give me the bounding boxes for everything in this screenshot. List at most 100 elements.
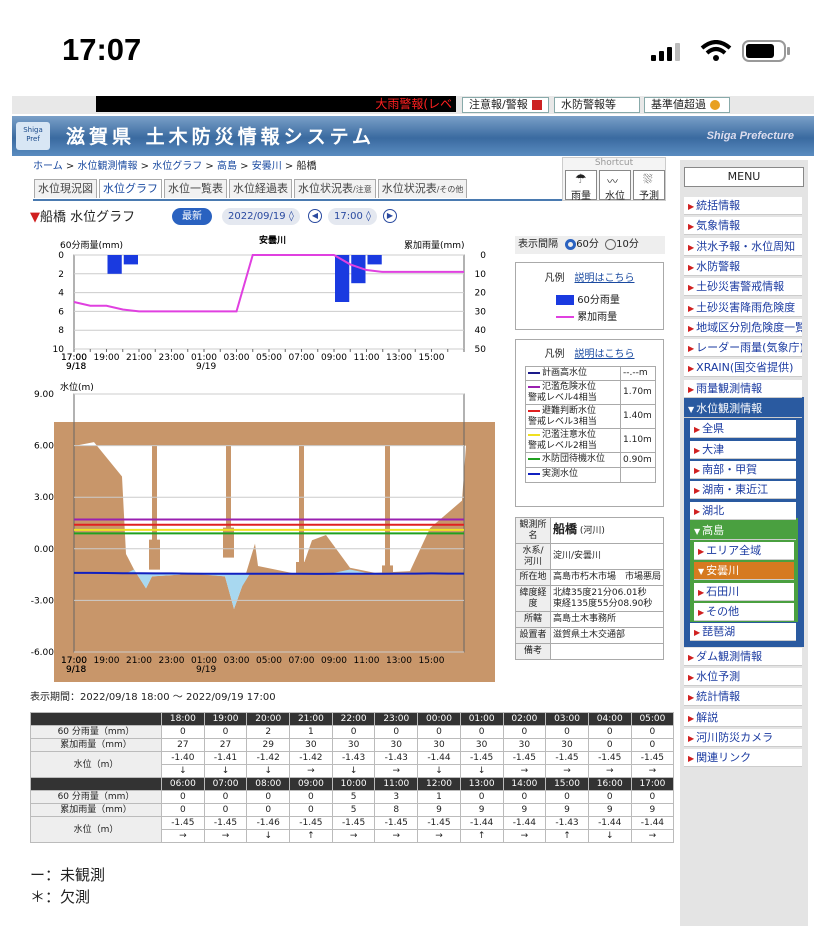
prev-time-button[interactable]: ◀ — [308, 209, 322, 223]
breadcrumb-adogawa[interactable]: 安曇川 — [252, 161, 282, 172]
menu-item[interactable]: 水位予測 — [684, 667, 802, 686]
submenu-item[interactable]: 南部・甲賀 — [690, 460, 796, 479]
table-cell: 30 — [502, 738, 547, 752]
breadcrumb-level-graph[interactable]: 水位グラフ — [152, 161, 202, 172]
menu-item[interactable]: 洪水予報・水位周知 — [684, 237, 802, 256]
breadcrumb-level-info[interactable]: 水位観測情報 — [77, 161, 137, 172]
submenu-item[interactable]: 高島 — [690, 521, 796, 540]
tab-level-map[interactable]: 水位現況図 — [34, 179, 97, 198]
latest-button[interactable]: 最新 — [172, 208, 212, 225]
station-info-row: 備考 — [515, 643, 665, 660]
menu-item[interactable]: 雨量観測情報 — [684, 379, 802, 398]
shortcut-label: Shortcut — [594, 158, 634, 168]
level-legend-swatch — [528, 385, 540, 388]
wifi-icon — [700, 40, 732, 61]
breadcrumb-home[interactable]: ホーム — [33, 161, 63, 172]
rain-xtick: 15:00 — [419, 353, 445, 363]
time-select[interactable]: 17:00 ◊ — [328, 208, 377, 225]
table-cell: -1.45 — [161, 816, 205, 830]
menu-item[interactable]: 統括情報 — [684, 197, 802, 215]
warning-button[interactable]: 注意報/警報 — [462, 97, 549, 113]
station-info-key: 所在地 — [515, 569, 551, 586]
shortcut-forecast-button[interactable]: ⛆ 予測 — [633, 170, 665, 202]
site-logo[interactable]: Shiga Pref — [16, 122, 50, 150]
flood-warning-button[interactable]: 水防警報等 — [554, 97, 640, 113]
table-cell: -1.41 — [203, 751, 248, 765]
threshold-button[interactable]: 基準値超過 — [644, 97, 730, 113]
menu-item[interactable]: 地域区分別危険度一覧 — [684, 318, 802, 337]
submenu-item[interactable]: 琵琶湖 — [690, 623, 796, 642]
table-row: 60 分雨量（mm） 0 0 2 1 0 0 0 0 0 0 0 0 — [30, 725, 675, 739]
table-hour: 16:00 — [587, 777, 632, 791]
table-cell: 0 — [587, 725, 632, 739]
rain-legend-item: 60分雨量 — [577, 295, 620, 306]
level-legend-link[interactable]: 説明はこちら — [575, 349, 635, 360]
shortcut-rain-button[interactable]: ☂ 雨量 — [565, 170, 597, 202]
rain-xtick: 19:00 — [94, 353, 120, 363]
menu-item[interactable]: 関連リンク — [684, 749, 802, 768]
menu-item[interactable]: 気象情報 — [684, 217, 802, 236]
area-submenu-item[interactable]: エリア全域 — [694, 542, 794, 561]
table-hour: 17:00 — [630, 777, 675, 791]
table-cell: -1.43 — [545, 816, 589, 830]
submenu-item[interactable]: 大津 — [690, 440, 796, 459]
table-row-label: 水位（m） — [30, 816, 162, 843]
cum-rain-ytick: 0 — [480, 251, 486, 261]
rain-legend-title: 凡例 — [544, 273, 565, 284]
menu-item[interactable]: 河川防災カメラ — [684, 728, 802, 747]
level-legend-name: 水防団待機水位 — [526, 453, 621, 467]
table-hour: 22:00 — [331, 712, 376, 726]
trend-arrow: ↓ — [587, 829, 632, 843]
table-cell: 9 — [545, 803, 589, 817]
area-submenu-item[interactable]: その他 — [694, 603, 794, 621]
menu-item[interactable]: レーダー雨量(気象庁) — [684, 339, 802, 358]
bridge-pier-base — [149, 539, 160, 570]
rain-xdate: 9/18 — [66, 362, 86, 372]
menu-item[interactable]: 土砂災害降雨危険度 — [684, 298, 802, 317]
table-cell: 0 — [417, 725, 461, 739]
area-submenu-item[interactable]: 安曇川 — [694, 562, 794, 581]
shortcut-level-button[interactable]: 〰水位 — [599, 170, 631, 202]
menu-item[interactable]: ダム観測情報 — [684, 647, 802, 666]
table-cell: 29 — [246, 738, 291, 752]
tab-level-history[interactable]: 水位経過表 — [229, 179, 292, 198]
rain-legend-link[interactable]: 説明はこちら — [575, 273, 635, 284]
site-title: 滋賀県 土木防災情報システム — [66, 126, 376, 148]
interval-10-radio[interactable] — [605, 238, 617, 250]
menu-item[interactable]: 水防警報 — [684, 257, 802, 276]
level-ytick: 9.00 — [34, 390, 54, 400]
tab-bar: 水位現況図 水位グラフ 水位一覧表 水位経過表 水位状況表/注意 水位状況表/その他 — [34, 179, 469, 199]
submenu-item[interactable]: 湖南・東近江 — [690, 481, 796, 500]
warning-icon — [710, 100, 720, 110]
table-cell: 0 — [246, 790, 291, 804]
table-cell: 30 — [545, 738, 589, 752]
alert-ticker[interactable]: 大雨警報(レベ — [96, 96, 456, 112]
menu-item[interactable]: 解説 — [684, 708, 802, 727]
interval-60-radio[interactable] — [565, 238, 577, 250]
submenu-item[interactable]: 全県 — [690, 420, 796, 439]
submenu-item[interactable]: 湖北 — [690, 501, 796, 520]
table-cell: 0 — [246, 803, 291, 817]
table-cell: 0 — [630, 738, 675, 752]
table-hour: 21:00 — [289, 712, 333, 726]
tab-level-list[interactable]: 水位一覧表 — [164, 179, 227, 198]
table-cell: -1.45 — [203, 816, 248, 830]
menu-item[interactable]: XRAIN(国交省提供) — [684, 359, 802, 378]
station-info-text: 北緯35度21分06.01秒 東経135度55分08.90秒 — [552, 587, 653, 609]
station-info-key: 緯度経度 — [515, 585, 551, 612]
menu-item[interactable]: 水位観測情報 — [684, 400, 802, 418]
menu-item[interactable]: 土砂災害警戒情報 — [684, 278, 802, 297]
breadcrumb-takashima[interactable]: 高島 — [217, 161, 237, 172]
area-submenu-item[interactable]: 石田川 — [694, 582, 794, 601]
tab-level-status-other[interactable]: 水位状況表/その他 — [377, 179, 468, 198]
table-hour: 01:00 — [459, 712, 504, 726]
table-hour: 08:00 — [246, 777, 291, 791]
tab-level-graph[interactable]: 水位グラフ — [99, 179, 162, 198]
next-time-button[interactable]: ▶ — [383, 209, 397, 223]
menu-item[interactable]: 統計情報 — [684, 688, 802, 707]
tab-level-status-caution[interactable]: 水位状況表/注意 — [294, 179, 376, 198]
cum-rain-ytick: 30 — [475, 307, 487, 317]
rain-plot-frame — [73, 254, 465, 350]
level-legend-row: 計画高水位 --.--m — [525, 366, 656, 381]
date-select[interactable]: 2022/09/19 ◊ — [222, 208, 300, 225]
